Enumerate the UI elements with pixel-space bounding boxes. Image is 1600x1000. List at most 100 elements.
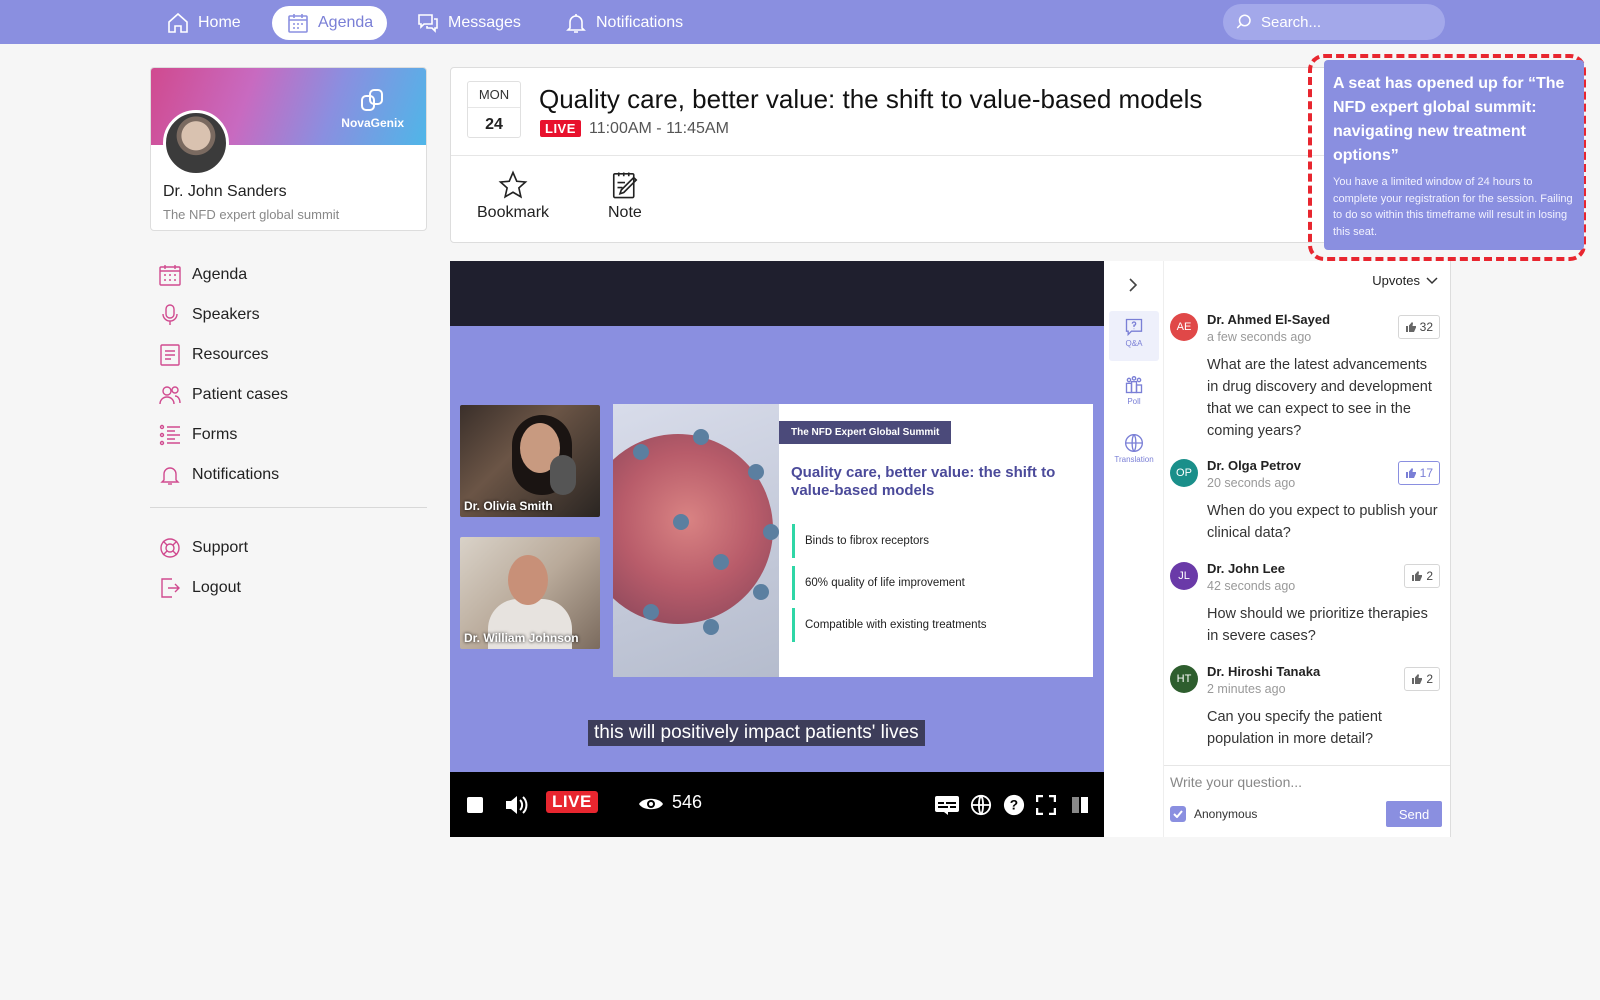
upvote-button[interactable]: 32 bbox=[1397, 315, 1440, 339]
search-input[interactable] bbox=[1261, 13, 1431, 31]
bookmark-button[interactable]: Bookmark bbox=[477, 170, 549, 222]
bell-icon bbox=[566, 14, 586, 33]
thumbs-up-icon bbox=[1412, 674, 1423, 684]
help-icon: ? bbox=[1003, 794, 1025, 816]
collapse-panel-button[interactable] bbox=[1126, 277, 1140, 298]
question-text: How should we prioritize therapies in se… bbox=[1207, 606, 1428, 644]
subtitles-button[interactable] bbox=[934, 795, 960, 820]
sidebar-item-resources[interactable]: Resources bbox=[158, 335, 428, 375]
video-player[interactable]: Dr. Olivia Smith Dr. William Johnson The… bbox=[450, 261, 1104, 837]
side-panel-rail: Q&A Poll Translation bbox=[1104, 261, 1164, 837]
home-icon bbox=[168, 12, 188, 33]
chat-icon bbox=[418, 14, 438, 33]
tab-poll[interactable]: Poll bbox=[1109, 369, 1159, 419]
thumbs-up-icon bbox=[1405, 468, 1416, 478]
globe-icon bbox=[1125, 434, 1143, 452]
sidebar-footer-menu: Support Logout bbox=[158, 528, 428, 608]
list-icon bbox=[159, 424, 180, 446]
sidebar-item-label: Notifications bbox=[192, 466, 280, 483]
sort-dropdown[interactable]: Upvotes bbox=[1372, 273, 1438, 288]
sidebar-item-logout[interactable]: Logout bbox=[158, 568, 428, 608]
tab-qa[interactable]: Q&A bbox=[1109, 311, 1159, 361]
toast-title: A seat has opened up for “The NFD expert… bbox=[1333, 75, 1565, 164]
session-day: MON bbox=[478, 87, 510, 102]
slide-bullet: 60% quality of life improvement bbox=[792, 566, 1082, 600]
nav-home-label: Home bbox=[198, 14, 241, 31]
nav-agenda-label: Agenda bbox=[318, 14, 374, 31]
layout-toggle-button[interactable] bbox=[1071, 796, 1089, 819]
question-author: Dr. Olga Petrov bbox=[1207, 458, 1301, 473]
note-label: Note bbox=[608, 204, 642, 221]
sidebar-item-patient-cases[interactable]: Patient cases bbox=[158, 375, 428, 415]
profile-card: NovaGenix Dr. John Sanders The NFD exper… bbox=[150, 67, 427, 231]
slide-tag: The NFD Expert Global Summit bbox=[779, 421, 952, 444]
question-author: Dr. John Lee bbox=[1207, 561, 1286, 576]
calendar-icon bbox=[288, 14, 308, 33]
seat-notification[interactable]: A seat has opened up for “The NFD expert… bbox=[1324, 60, 1584, 250]
video-controls: LIVE 546 ? bbox=[450, 772, 1104, 837]
sidebar-item-label: Resources bbox=[192, 346, 269, 363]
toast-body: You have a limited window of 24 hours to… bbox=[1333, 176, 1573, 238]
checkmark-icon bbox=[1173, 810, 1183, 818]
upvote-button[interactable]: 2 bbox=[1404, 667, 1440, 691]
session-date: MON 24 bbox=[467, 81, 521, 138]
sidebar-item-agenda[interactable]: Agenda bbox=[158, 255, 428, 295]
sidebar-item-notifications[interactable]: Notifications bbox=[158, 455, 428, 495]
upvote-button[interactable]: 17 bbox=[1397, 461, 1440, 485]
stop-button[interactable] bbox=[466, 796, 484, 819]
poll-icon bbox=[1125, 376, 1143, 394]
user-avatar: JL bbox=[1170, 562, 1198, 590]
upvote-button[interactable]: 2 bbox=[1404, 564, 1440, 588]
upvote-count: 17 bbox=[1419, 466, 1433, 480]
microphone-image bbox=[550, 455, 576, 495]
upvote-count: 2 bbox=[1426, 569, 1433, 583]
document-icon bbox=[160, 344, 180, 366]
send-button[interactable]: Send bbox=[1386, 801, 1442, 827]
question-input[interactable] bbox=[1170, 774, 1440, 790]
note-button[interactable]: Note bbox=[608, 170, 642, 222]
sidebar-item-support[interactable]: Support bbox=[158, 528, 428, 568]
nav-home[interactable]: Home bbox=[152, 6, 255, 40]
sidebar-item-speakers[interactable]: Speakers bbox=[158, 295, 428, 335]
question-time: 42 seconds ago bbox=[1207, 579, 1296, 593]
help-button[interactable]: ? bbox=[1003, 794, 1025, 821]
bell-icon bbox=[160, 467, 180, 485]
users-icon bbox=[159, 386, 181, 405]
fullscreen-button[interactable] bbox=[1035, 794, 1057, 820]
bookmark-label: Bookmark bbox=[477, 204, 550, 221]
chevron-right-icon bbox=[1129, 278, 1138, 292]
top-navigation-bar: Home Agenda Messages Notifications bbox=[0, 0, 1600, 44]
question-item: AE Dr. Ahmed El-Sayed a few seconds ago … bbox=[1170, 312, 1440, 443]
question-item: JL Dr. John Lee 42 seconds ago 2 How sho… bbox=[1170, 561, 1440, 652]
avatar[interactable] bbox=[163, 110, 229, 176]
thumbs-up-icon bbox=[1412, 571, 1423, 581]
nav-agenda[interactable]: Agenda bbox=[272, 6, 388, 40]
fullscreen-icon bbox=[1035, 794, 1057, 816]
language-button[interactable] bbox=[970, 794, 992, 821]
qa-panel: Upvotes AE Dr. Ahmed El-Sayed a few seco… bbox=[1164, 261, 1451, 837]
slide-bullet: Compatible with existing treatments bbox=[792, 608, 1082, 642]
question-time: 20 seconds ago bbox=[1207, 476, 1296, 490]
slide-bullet: Binds to fibrox receptors bbox=[792, 524, 1082, 558]
nav-messages[interactable]: Messages bbox=[402, 6, 535, 40]
upvote-count: 2 bbox=[1426, 672, 1433, 686]
volume-button[interactable] bbox=[504, 794, 528, 821]
virus-image bbox=[613, 404, 779, 677]
nav-notifications[interactable]: Notifications bbox=[550, 6, 697, 40]
live-indicator: LIVE bbox=[546, 791, 598, 813]
user-avatar: AE bbox=[1170, 313, 1198, 341]
tab-translation[interactable]: Translation bbox=[1109, 427, 1159, 477]
session-time: 11:00AM - 11:45AM bbox=[589, 120, 729, 137]
anonymous-checkbox[interactable] bbox=[1170, 806, 1186, 822]
sidebar-item-label: Patient cases bbox=[192, 386, 289, 403]
sidebar-item-forms[interactable]: Forms bbox=[158, 415, 428, 455]
svg-text:?: ? bbox=[1010, 798, 1018, 813]
live-caption: this will positively impact patients' li… bbox=[588, 720, 925, 746]
microphone-icon bbox=[162, 304, 178, 325]
search-box[interactable] bbox=[1223, 4, 1445, 40]
brand-name: NovaGenix bbox=[341, 116, 404, 130]
subtitles-icon bbox=[935, 796, 959, 815]
brand-logo: NovaGenix bbox=[341, 88, 404, 130]
question-time: a few seconds ago bbox=[1207, 330, 1312, 344]
speaker-video-2: Dr. William Johnson bbox=[460, 537, 600, 649]
